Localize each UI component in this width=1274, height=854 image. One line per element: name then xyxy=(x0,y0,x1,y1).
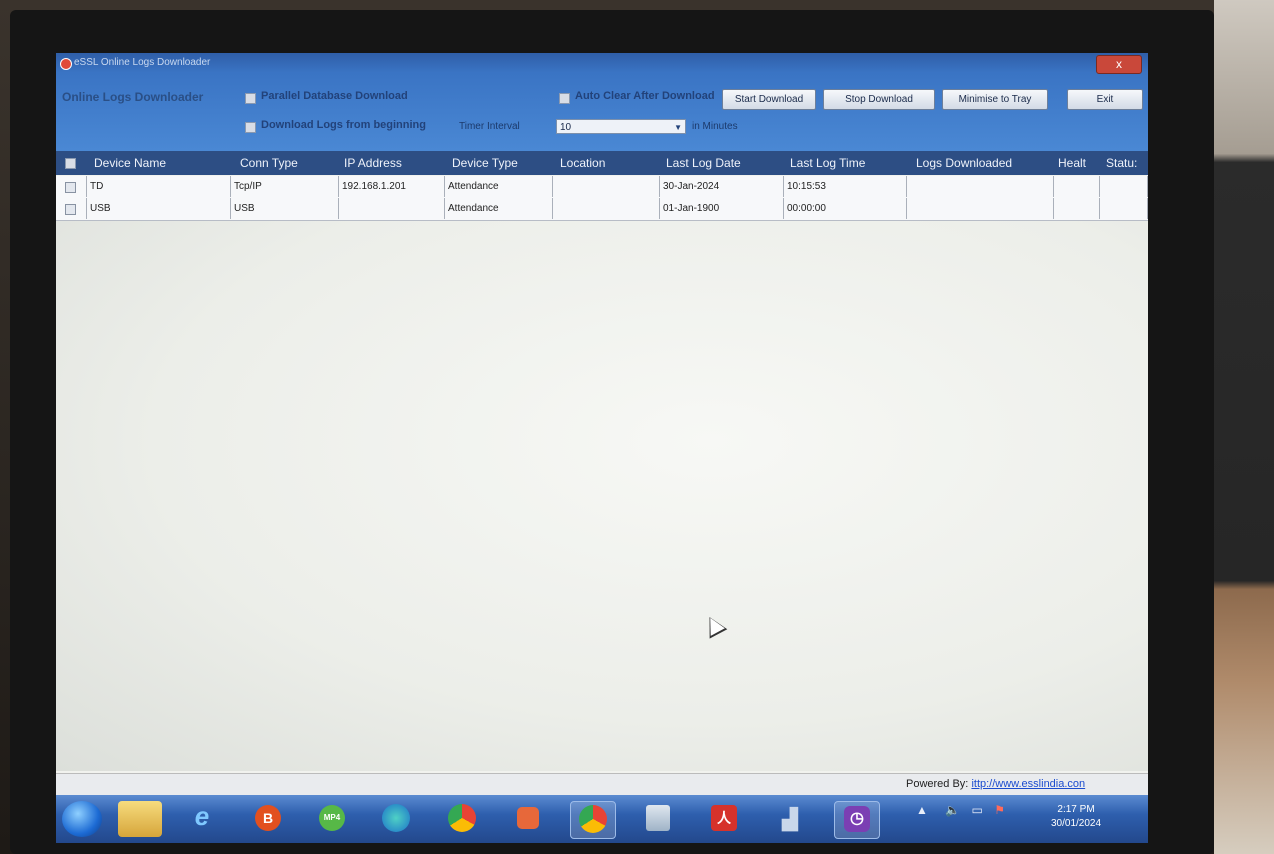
acrobat-icon[interactable]: 人 xyxy=(702,801,746,837)
minimise-to-tray-button[interactable]: Minimise to Tray xyxy=(942,89,1048,110)
select-all-checkbox[interactable] xyxy=(65,158,76,169)
auto-clear-label: Auto Clear After Download xyxy=(575,90,715,102)
cell-device-type: Attendance xyxy=(445,176,553,197)
app-icon xyxy=(60,58,72,70)
cell-location xyxy=(553,198,660,219)
chevron-down-icon: ▼ xyxy=(674,123,682,132)
col-last-log-time[interactable]: Last Log Time xyxy=(790,156,865,170)
cell-ip-address xyxy=(339,198,445,219)
cell-last-log-time: 10:15:53 xyxy=(784,176,907,197)
taskbar-clock[interactable]: 2:17 PM 30/01/2024 xyxy=(1051,803,1101,831)
action-center-flag-icon[interactable]: ⚑ xyxy=(994,803,1005,817)
cell-health xyxy=(1054,198,1100,219)
b-app-icon[interactable]: B xyxy=(246,801,290,837)
scanner-icon[interactable] xyxy=(636,801,680,837)
col-last-log-date[interactable]: Last Log Date xyxy=(666,156,741,170)
start-orb-icon[interactable] xyxy=(62,801,102,837)
app-name-label: Online Logs Downloader xyxy=(62,90,204,104)
col-logs-downloaded[interactable]: Logs Downloaded xyxy=(916,156,1012,170)
col-device-name[interactable]: Device Name xyxy=(94,156,166,170)
parallel-db-label: Parallel Database Download xyxy=(261,90,408,102)
table-row[interactable]: USB USB Attendance 01-Jan-1900 00:00:00 xyxy=(56,198,1148,221)
timer-interval-value: 10 xyxy=(560,122,572,133)
cell-status xyxy=(1100,176,1148,197)
status-footer: Powered By: ittp://www.esslindia.con xyxy=(56,773,1148,796)
window-title: eSSL Online Logs Downloader xyxy=(74,57,211,68)
website-link[interactable]: ittp://www.esslindia.con xyxy=(971,778,1085,790)
cell-location xyxy=(553,176,660,197)
system-tray: ▲ 🔈 ▭ ⚑ xyxy=(916,803,1005,817)
clock-date: 30/01/2024 xyxy=(1051,818,1102,829)
row-checkbox[interactable] xyxy=(65,204,76,215)
in-minutes-label: in Minutes xyxy=(692,121,738,132)
grid-header: Device Name Conn Type IP Address Device … xyxy=(56,151,1148,175)
chrome-icon[interactable] xyxy=(440,801,484,837)
cell-device-name: TD xyxy=(86,176,231,197)
volume-muted-icon[interactable]: 🔈 xyxy=(945,803,960,817)
timer-interval-label: Timer Interval xyxy=(459,121,520,132)
mp4-converter-icon[interactable]: MP4 xyxy=(310,801,354,837)
col-status[interactable]: Statu: xyxy=(1106,156,1137,170)
edge-icon[interactable] xyxy=(374,801,418,837)
cell-conn-type: Tcp/IP xyxy=(231,176,339,197)
background-wall xyxy=(1214,0,1274,854)
cell-logs-downloaded xyxy=(907,198,1054,219)
stop-download-button[interactable]: Stop Download xyxy=(823,89,935,110)
tray-expand-icon[interactable]: ▲ xyxy=(916,803,928,817)
cell-logs-downloaded xyxy=(907,176,1054,197)
cell-last-log-date: 01-Jan-1900 xyxy=(660,198,784,219)
timewatch-icon[interactable]: ◷ xyxy=(834,801,880,839)
network-icon[interactable]: ▭ xyxy=(972,803,983,817)
col-health[interactable]: Healt xyxy=(1058,156,1086,170)
col-conn-type[interactable]: Conn Type xyxy=(240,156,298,170)
window-titlebar: eSSL Online Logs Downloader x Online Log… xyxy=(56,53,1148,151)
col-location[interactable]: Location xyxy=(560,156,605,170)
cell-device-type: Attendance xyxy=(445,198,553,219)
table-row[interactable]: TD Tcp/IP 192.168.1.201 Attendance 30-Ja… xyxy=(56,176,1148,199)
auto-clear-checkbox[interactable] xyxy=(559,93,570,104)
chart-app-icon[interactable]: ▟ xyxy=(768,801,812,837)
cell-ip-address: 192.168.1.201 xyxy=(339,176,445,197)
timer-interval-select[interactable]: 10 ▼ xyxy=(556,119,686,134)
chrome-active-icon[interactable] xyxy=(570,801,616,839)
cell-last-log-date: 30-Jan-2024 xyxy=(660,176,784,197)
clock-time: 2:17 PM xyxy=(1057,804,1095,815)
parallel-db-checkbox[interactable] xyxy=(245,93,256,104)
cell-last-log-time: 00:00:00 xyxy=(784,198,907,219)
col-ip-address[interactable]: IP Address xyxy=(344,156,402,170)
download-beginning-checkbox[interactable] xyxy=(245,122,256,133)
grid-empty-area[interactable] xyxy=(56,221,1148,771)
taskbar: e B MP4 人 ▟ ◷ ▲ 🔈 ▭ ⚑ 2:17 PM 30/01/2024 xyxy=(56,795,1148,843)
cell-device-name: USB xyxy=(86,198,231,219)
exit-button[interactable]: Exit xyxy=(1067,89,1143,110)
cell-conn-type: USB xyxy=(231,198,339,219)
row-checkbox[interactable] xyxy=(65,182,76,193)
powered-by-label: Powered By: xyxy=(906,778,969,790)
powered-by: Powered By: ittp://www.esslindia.con xyxy=(906,778,1085,790)
internet-explorer-icon[interactable]: e xyxy=(180,801,224,837)
cell-health xyxy=(1054,176,1100,197)
col-device-type[interactable]: Device Type xyxy=(452,156,518,170)
start-download-button[interactable]: Start Download xyxy=(722,89,816,110)
screen: eSSL Online Logs Downloader x Online Log… xyxy=(56,53,1148,843)
download-beginning-label: Download Logs from beginning xyxy=(261,119,426,131)
media-app-icon[interactable] xyxy=(506,801,550,837)
cell-status xyxy=(1100,198,1148,219)
close-button[interactable]: x xyxy=(1096,55,1142,74)
file-explorer-icon[interactable] xyxy=(118,801,162,837)
